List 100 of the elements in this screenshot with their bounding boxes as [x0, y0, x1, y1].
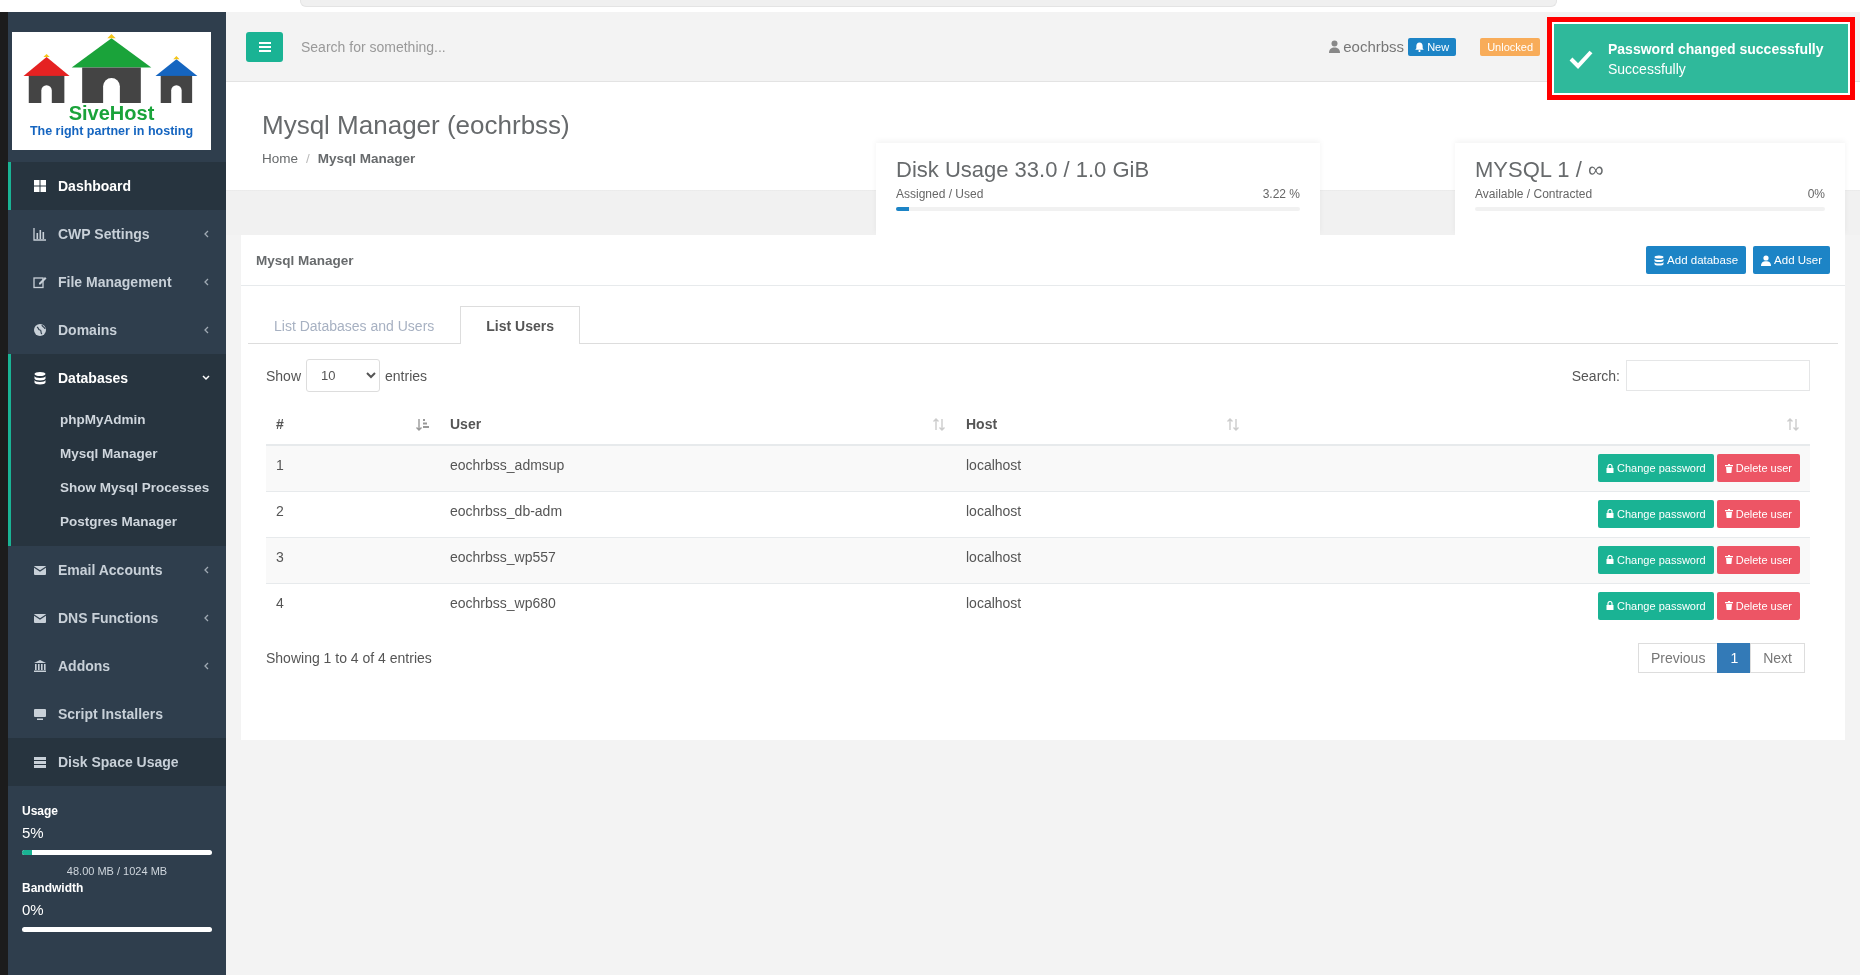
entries-label: entries — [385, 367, 428, 384]
stat-reading: 0% — [1807, 187, 1825, 201]
entries-label: Show — [266, 367, 302, 384]
server-icon — [33, 755, 47, 769]
column-header[interactable]: # — [276, 416, 416, 432]
chevron-left-icon — [202, 229, 210, 239]
submenu-item[interactable]: Show Mysql Processes — [11, 470, 226, 504]
add-user-button[interactable]: Add User — [1753, 246, 1830, 274]
logo-name: SiveHost — [68, 103, 155, 124]
menu-item[interactable]: File Management — [8, 258, 226, 306]
edit-icon — [33, 275, 47, 289]
table-cell: eochrbss_admsup — [450, 457, 565, 473]
menu-item[interactable]: DNS Functions — [8, 594, 226, 642]
chevron-left-icon — [202, 565, 210, 575]
chevron-down-icon — [202, 373, 210, 383]
breadcrumb-item: Mysql Manager — [317, 151, 416, 166]
menu-label: Addons — [58, 658, 112, 674]
submenu-item[interactable]: Mysql Manager — [11, 436, 226, 470]
stat-title: Disk Usage 33.0 / 1.0 GiB — [896, 157, 1151, 183]
breadcrumb-item[interactable]: Home — [262, 151, 298, 166]
menu-item[interactable]: Script Installers — [8, 690, 226, 738]
globe-icon — [33, 323, 47, 337]
menu-label: Email Accounts — [58, 562, 164, 578]
table-cell: localhost — [966, 457, 1022, 473]
panel-title: Mysql Manager — [256, 252, 355, 268]
menu-item[interactable]: CWP Settings — [8, 210, 226, 258]
toast-message: Successfully — [1608, 60, 1687, 77]
meter-title: Usage — [22, 804, 60, 818]
envelope-icon — [33, 611, 47, 625]
tab[interactable]: List Users — [460, 306, 580, 344]
menu-item[interactable]: Email Accounts — [8, 546, 226, 594]
menu-label: File Management — [58, 274, 173, 290]
logo-tagline: The right partner in hosting — [29, 123, 194, 140]
trash-icon — [1724, 463, 1733, 473]
bell-icon — [1415, 41, 1425, 52]
table-cell: 3 — [276, 548, 284, 565]
stat-reading: 3.22 % — [1262, 187, 1300, 201]
table-cell: eochrbss_db-adm — [450, 502, 563, 519]
meter-title: Bandwidth — [22, 881, 85, 895]
person-icon — [1329, 40, 1341, 53]
trash-icon — [1724, 601, 1733, 610]
search-field[interactable]: Search for something... — [299, 37, 699, 56]
chevron-left-icon — [202, 277, 210, 287]
meter-reading: 0% — [22, 901, 45, 918]
menu-item[interactable]: Domains — [8, 306, 226, 354]
meter-detail: 48.00 MB / 1024 MB — [65, 865, 169, 877]
chevron-left-icon — [202, 613, 210, 623]
page-button[interactable]: Previous — [1637, 643, 1719, 673]
person-icon — [1761, 254, 1772, 266]
menu-label: CWP Settings — [58, 226, 151, 242]
menu-label: Domains — [58, 322, 119, 338]
stat-caption: Assigned / Used — [896, 187, 984, 201]
username: eochrbss — [1343, 38, 1405, 55]
table-search-field[interactable] — [1626, 360, 1810, 391]
menu-label: Dashboard — [58, 178, 133, 194]
entries-dropdown[interactable]: 10 — [306, 359, 381, 392]
column-header[interactable]: User — [450, 416, 932, 432]
menu-label: Script Installers — [58, 706, 165, 722]
page-button[interactable]: 1 — [1717, 643, 1752, 673]
lock-icon — [1606, 463, 1615, 473]
stat-title: MYSQL 1 / ∞ — [1475, 157, 1605, 183]
submenu-item[interactable]: Postgres Manager — [11, 504, 226, 538]
stat-caption: Available / Contracted — [1475, 187, 1593, 201]
status-badge: Unlocked — [1480, 37, 1540, 56]
table-cell: 4 — [276, 594, 284, 611]
chevron-left-icon — [202, 325, 210, 335]
trash-icon — [1724, 555, 1733, 564]
meter-reading: 5% — [22, 824, 45, 841]
menu-item[interactable]: Databases — [8, 354, 226, 402]
menu-item[interactable]: Disk Space Usage — [8, 738, 226, 786]
lock-icon — [1606, 509, 1615, 518]
menu-item[interactable]: Dashboard — [8, 162, 226, 210]
table-cell: eochrbss_wp557 — [450, 548, 556, 565]
notification-badge[interactable]: New — [1408, 37, 1457, 56]
chevron-left-icon — [202, 661, 210, 671]
table-cell: 1 — [276, 457, 284, 473]
table-cell: localhost — [966, 594, 1022, 611]
column-header[interactable]: Host — [966, 416, 1226, 432]
envelope-icon — [33, 563, 47, 577]
menu-label: Databases — [58, 370, 130, 386]
table-cell: eochrbss_wp680 — [450, 594, 556, 611]
menu-icon — [258, 41, 271, 52]
grid-icon — [33, 179, 47, 193]
database-icon — [1654, 254, 1665, 266]
database-icon — [33, 371, 47, 385]
menu-label: Disk Space Usage — [58, 754, 180, 770]
page-button[interactable]: Next — [1750, 643, 1805, 673]
add-database-button[interactable]: Add database — [1646, 246, 1747, 274]
lock-icon — [1606, 555, 1615, 564]
table-cell: localhost — [966, 502, 1022, 519]
search-label: Search: — [1571, 367, 1620, 384]
monitor-icon — [33, 707, 47, 721]
breadcrumb-separator: / — [306, 151, 310, 166]
menu-item[interactable]: Addons — [8, 642, 226, 690]
trash-icon — [1724, 509, 1733, 518]
menu-button[interactable] — [246, 31, 283, 62]
submenu-item[interactable]: phpMyAdmin — [11, 402, 226, 436]
bank-icon — [33, 659, 47, 673]
menu-label: DNS Functions — [58, 610, 160, 626]
lock-icon — [1606, 601, 1615, 610]
